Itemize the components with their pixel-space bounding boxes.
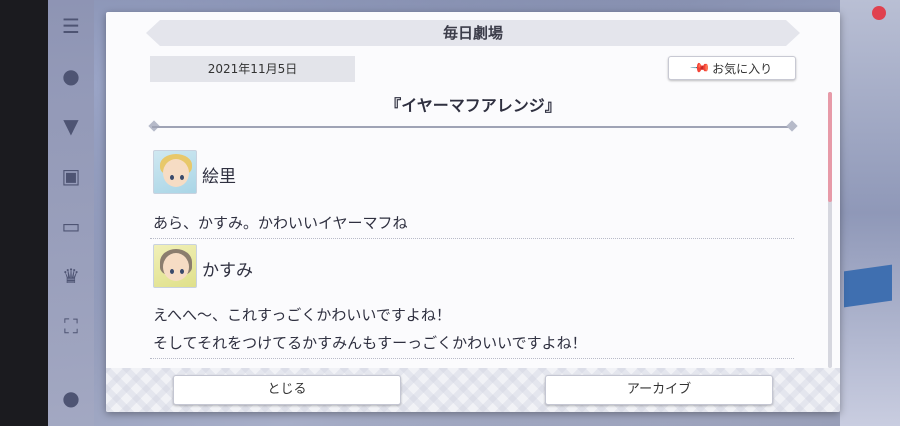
- device-edge: [0, 0, 68, 426]
- chat-icon[interactable]: ●: [56, 62, 86, 90]
- dialogue-line: そしてそれをつけてるかすみんもすーっごくかわいいですよね！: [153, 334, 587, 352]
- date-label: 2021年11月5日: [150, 56, 355, 82]
- story-title: 『イヤーマフアレンジ』: [385, 96, 561, 115]
- dialogue-line: あら、かすみ。かわいいイヤーマフね: [153, 214, 408, 232]
- dialogue-scroll-area[interactable]: 絵里 あら、かすみ。かわいいイヤーマフね かすみ えへへ〜、これすっごくかわいい…: [106, 140, 826, 366]
- dialogue-line: えへへ〜、これすっごくかわいいですよね！: [153, 306, 451, 324]
- title-divider: [152, 126, 794, 128]
- dialog-title: 毎日劇場: [442, 24, 503, 42]
- avatar-kasumi: [153, 244, 197, 288]
- dialog-header: 毎日劇場: [146, 20, 800, 46]
- favorite-label: お気に入り: [712, 61, 773, 76]
- speaker-name: かすみ: [202, 261, 253, 281]
- archive-button[interactable]: アーカイブ: [545, 375, 773, 405]
- dialog-footer: とじる アーカイブ: [106, 368, 840, 412]
- notification-dot: [872, 6, 886, 20]
- pin-icon: 📌: [688, 56, 712, 80]
- background-badge: [844, 264, 892, 308]
- rule-diamond-right: [786, 120, 798, 132]
- menu-icon[interactable]: ☰: [56, 12, 86, 40]
- favorite-button[interactable]: 📌 お気に入り: [668, 56, 796, 80]
- screen-icon[interactable]: ▭: [56, 212, 86, 240]
- person-icon[interactable]: ●: [56, 384, 86, 412]
- gift-icon[interactable]: ▣: [56, 162, 86, 190]
- entry-separator: [150, 238, 794, 239]
- avatar-eli: [153, 150, 197, 194]
- close-button[interactable]: とじる: [173, 375, 401, 405]
- speaker-name: 絵里: [202, 167, 236, 187]
- daily-theater-dialog: 毎日劇場 2021年11月5日 📌 お気に入り 『イヤーマフアレンジ』 絵里 あ…: [106, 12, 840, 412]
- background-deco-right: [840, 0, 900, 426]
- entry-separator: [150, 358, 794, 359]
- trophy-icon[interactable]: ♛: [56, 262, 86, 290]
- expand-icon[interactable]: ⛶: [56, 312, 86, 340]
- scrollbar-thumb[interactable]: [828, 92, 832, 202]
- shirt-icon[interactable]: ▼: [56, 112, 86, 140]
